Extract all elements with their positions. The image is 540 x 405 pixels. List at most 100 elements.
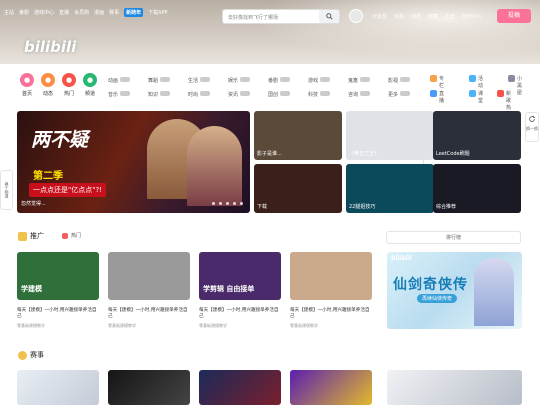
card-thumbnail[interactable]: 学剪辑 自由接单 [199,252,281,300]
video-card[interactable]: 22腿姐技巧 [346,164,434,213]
promo-card[interactable]: 学建模每天【建模】一小时,用兴趣接单养活自己零基础建模教学 [17,252,99,329]
user-link[interactable]: 创作中心 [462,13,482,20]
card-author[interactable]: 零基础建模教学 [17,323,99,329]
ad-banner[interactable]: bilibili 仙剑奇侠传 再续仙侠传奇 [387,252,522,329]
card-thumbnail[interactable]: 学建模 [17,252,99,300]
card-title[interactable]: 每天【建模】一小时,用兴趣接单养活自己 [108,308,190,320]
category-link[interactable]: 生活 [188,77,211,84]
sidebar-toggle[interactable]: 换个频道 [0,170,13,210]
category-link[interactable]: 游戏 [308,77,331,84]
card-author[interactable]: 零基础建模教学 [199,323,281,329]
channel-icon: ● [62,73,76,87]
video-card[interactable]: 影子是谁... [254,111,342,160]
video-card[interactable]: 《拳王之王》 [346,111,434,160]
user-link[interactable]: 历史 [445,13,455,20]
promo-badge[interactable]: 新跨年 [124,8,144,17]
category-label: 时尚 [188,92,199,98]
quick-link[interactable]: 小黑屋 [508,75,522,96]
nav-link[interactable]: 游戏中心 [34,9,54,16]
channel-2[interactable]: ● 热门 [62,73,76,97]
quick-link[interactable]: 专栏 [430,75,444,89]
rank-button[interactable]: 排行榜 [386,231,521,244]
category-link[interactable]: 舞蹈 [148,77,171,84]
nav-link[interactable]: 赛事 [109,9,119,16]
logo[interactable]: bilibili [24,38,76,56]
trophy-icon [18,350,27,360]
esports-card[interactable] [17,370,99,405]
category-link[interactable]: 音乐 [108,91,131,98]
channel-label: 首页 [21,91,32,97]
search-button[interactable] [319,10,339,23]
avatar[interactable] [349,9,363,23]
category-link[interactable]: 资讯 [228,91,251,98]
quick-link[interactable]: 活动 [469,75,483,89]
category-link[interactable]: 科技 [308,91,331,98]
esports-card[interactable] [108,370,190,405]
card-author[interactable]: 零基础建模教学 [290,323,372,329]
quick-link[interactable]: 新歌热榜 [497,90,511,118]
category-link[interactable]: 番剧 [268,77,291,84]
card-thumbnail[interactable] [290,252,372,300]
category-link[interactable]: 动画 [108,77,131,84]
category-link[interactable]: 知识 [148,91,171,98]
category-count [280,91,291,96]
carousel[interactable]: 两不疑 第二季 一点点还是"亿点点"?! 忽然觉得... [17,111,250,213]
promo-card[interactable]: 学剪辑 自由接单每天【建模】一小时,用兴趣接单养活自己零基础建模教学 [199,252,281,329]
category-count [160,91,171,96]
channel-1[interactable]: ● 动态 [41,73,55,97]
download-app-link[interactable]: 下载APP [148,9,167,16]
category-link[interactable]: 咨询 [348,91,371,98]
category-link[interactable]: 国创 [268,91,291,98]
nav-link[interactable]: 直播 [59,9,69,16]
video-card[interactable]: 综合推荐 [433,164,521,213]
category-count [200,77,211,82]
fire-icon [62,232,68,239]
video-caption: 影子是谁... [257,151,282,157]
video-card[interactable]: LeetCode刷题 [433,111,521,160]
user-link[interactable]: 消息 [394,13,404,20]
category-link[interactable]: 更多 [388,91,411,98]
card-author[interactable]: 零基础建模教学 [108,323,190,329]
promo-card[interactable]: 每天【建模】一小时,用兴趣接单养活自己零基础建模教学 [290,252,372,329]
nav-link[interactable]: 会员购 [74,9,89,16]
channel-3[interactable]: ● 频道 [83,73,97,97]
quick-link[interactable]: 课堂 [469,90,483,104]
category-label: 娱乐 [228,78,239,84]
top-nav: 主站 番剧 游戏中心 直播 会员购 漫画 赛事 新跨年 下载APP 去好像找到飞行了哪场 大会员… [0,4,540,24]
user-link[interactable]: 收藏 [428,13,438,20]
search-icon [325,13,333,20]
esports-card[interactable] [387,370,522,405]
card-thumbnail[interactable] [108,252,190,300]
nav-link[interactable]: 漫画 [94,9,104,16]
category-label: 生活 [188,78,199,84]
video-card[interactable]: 下载 [254,164,342,213]
nav-link[interactable]: 主站 [4,9,14,16]
category-link[interactable]: 鬼畜 [348,77,371,84]
nav-link[interactable]: 番剧 [19,9,29,16]
refresh-button[interactable]: 换一换 [525,112,539,142]
category-count [240,77,251,82]
promo-card[interactable]: 每天【建模】一小时,用兴趣接单养活自己零基础建模教学 [108,252,190,329]
quick-link-icon [430,90,437,97]
category-link[interactable]: 影视 [388,77,411,84]
user-link[interactable]: 动态 [411,13,421,20]
video-caption: 《拳王之王》 [349,151,380,157]
esports-card[interactable] [290,370,372,405]
category-count [320,91,331,96]
category-label: 资讯 [228,92,239,98]
carousel-title: 第二季 [33,171,63,182]
card-title[interactable]: 每天【建模】一小时,用兴趣接单养活自己 [17,308,99,320]
user-link[interactable]: 大会员 [372,13,387,20]
channel-0[interactable]: ● 首页 [20,73,34,97]
search-input[interactable]: 去好像找到飞行了哪场 [222,9,340,24]
hot-tag[interactable]: 热门 [62,232,81,239]
esports-card[interactable] [199,370,281,405]
carousel-dots[interactable] [212,202,243,205]
category-link[interactable]: 时尚 [188,91,211,98]
category-count [360,91,371,96]
category-link[interactable]: 娱乐 [228,77,251,84]
upload-button[interactable]: 投稿 [497,9,531,23]
quick-link[interactable]: 直播 [430,90,444,104]
card-title[interactable]: 每天【建模】一小时,用兴趣接单养活自己 [199,308,281,320]
card-title[interactable]: 每天【建模】一小时,用兴趣接单养活自己 [290,308,372,320]
